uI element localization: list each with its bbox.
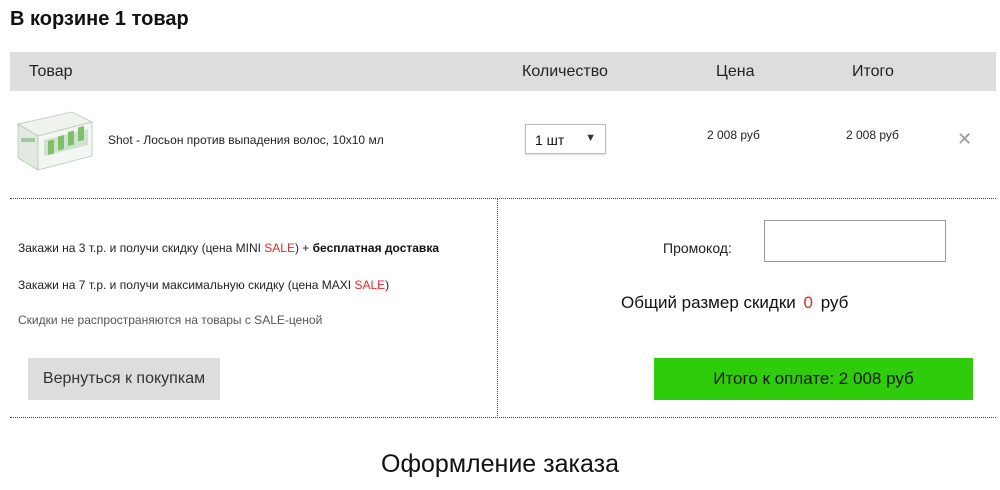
product-thumbnail[interactable] (12, 108, 96, 172)
discount-note: Скидки не распространяются на товары с S… (18, 313, 323, 327)
divider-vertical (497, 198, 498, 418)
sale-label: SALE (354, 278, 386, 292)
total-discount-label: Общий размер скидки (621, 293, 796, 312)
quantity-select[interactable]: 1 шт ▼ (525, 124, 606, 154)
total-discount-currency: руб (820, 293, 849, 312)
cart-title: В корзине 1 товар (10, 8, 189, 30)
column-header-product: Товар (29, 63, 73, 80)
product-name[interactable]: Shot - Лосьон против выпадения волос, 10… (108, 133, 384, 147)
back-to-shopping-button[interactable]: Вернуться к покупкам (28, 358, 220, 400)
offer-text: ) (385, 278, 390, 292)
offer-text: ) + (294, 241, 313, 255)
divider-bottom (10, 417, 996, 418)
total-discount-amount: 0 (803, 293, 813, 312)
total-discount: Общий размер скидки 0 руб (621, 293, 848, 313)
discount-offer-mini: Закажи на 3 т.р. и получи скидку (цена M… (18, 241, 439, 255)
column-header-price: Цена (716, 63, 755, 80)
promocode-input[interactable] (764, 220, 946, 262)
chevron-down-icon: ▼ (585, 132, 596, 144)
offer-text: Закажи на 7 т.р. и получи максимальную с… (18, 278, 355, 292)
checkout-title: Оформление заказа (381, 450, 619, 478)
sale-label: SALE (264, 241, 295, 255)
column-header-quantity: Количество (522, 63, 608, 80)
discount-offer-maxi: Закажи на 7 т.р. и получи максимальную с… (18, 278, 389, 292)
item-total: 2 008 руб (846, 128, 899, 142)
pay-total-button[interactable]: Итого к оплате: 2 008 руб (654, 358, 973, 400)
offer-text: Закажи на 3 т.р. и получи скидку (цена M… (18, 241, 265, 255)
item-price: 2 008 руб (707, 128, 760, 142)
promocode-label: Промокод: (663, 240, 732, 256)
column-header-total: Итого (852, 63, 894, 80)
quantity-value: 1 шт (535, 132, 565, 148)
close-icon[interactable]: ✕ (957, 129, 972, 150)
divider-top (10, 198, 996, 199)
free-delivery-label: бесплатная доставка (312, 241, 439, 255)
cart-table-header: Товар Количество Цена Итого (10, 52, 996, 91)
